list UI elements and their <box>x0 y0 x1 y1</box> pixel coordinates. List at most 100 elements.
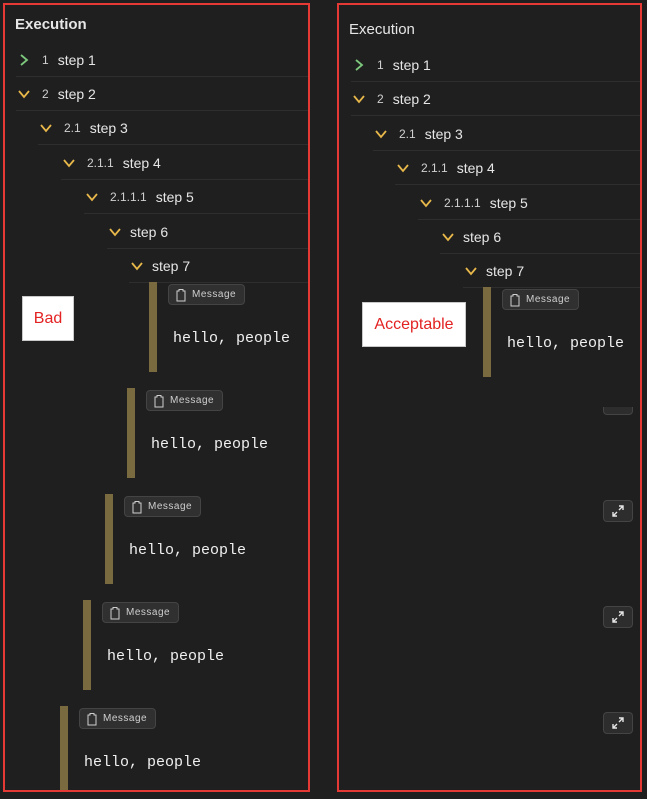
annotation-label-bad: Bad <box>22 296 74 341</box>
clipboard-icon <box>87 712 97 725</box>
step-number: 2.1.1.1 <box>110 189 147 204</box>
message-block: Message hello, people <box>105 494 308 584</box>
message-badge-label: Message <box>126 607 171 618</box>
message-text: hello, people <box>507 335 625 352</box>
tree-item-step-5[interactable]: 2.1.1.1 step 5 <box>84 180 308 214</box>
chevron-down-icon[interactable] <box>440 229 456 245</box>
chevron-down-icon[interactable] <box>129 258 145 274</box>
message-badge: Message <box>79 708 157 729</box>
expand-icon <box>612 505 624 517</box>
step-name: step 7 <box>486 262 525 279</box>
message-text: hello, people <box>129 542 247 559</box>
message-badge-label: Message <box>148 501 193 512</box>
message-bar <box>60 706 68 790</box>
tree-item-step-6[interactable]: step 6 <box>107 215 308 249</box>
left-panel-bad: Execution 1 step 1 2 step 2 2.1 step 3 2… <box>3 3 310 792</box>
clipboard-icon <box>132 500 142 513</box>
chevron-down-icon[interactable] <box>16 86 32 102</box>
chevron-down-icon[interactable] <box>38 120 54 136</box>
step-number: 2.1 <box>399 126 416 141</box>
step-name: step 5 <box>155 188 194 205</box>
clipboard-icon <box>110 606 120 619</box>
step-name: step 6 <box>463 228 502 245</box>
step-number: 2.1.1.1 <box>444 195 481 210</box>
chevron-down-icon[interactable] <box>351 91 367 107</box>
message-text: hello, people <box>107 648 225 665</box>
expand-icon <box>612 717 624 729</box>
message-block: Message hello, people <box>83 600 308 690</box>
step-name: step 1 <box>57 51 96 68</box>
message-badge-label: Message <box>192 289 237 300</box>
step-number: 2 <box>377 91 384 106</box>
message-bar <box>127 388 135 478</box>
message-text: hello, people <box>173 330 291 347</box>
step-number: 2.1.1 <box>87 155 114 170</box>
step-name: step 5 <box>489 194 528 211</box>
step-name: step 4 <box>456 159 495 176</box>
tree-item-step-3[interactable]: 2.1 step 3 <box>373 117 640 151</box>
tree-item-step-5[interactable]: 2.1.1.1 step 5 <box>418 186 640 220</box>
tree-item-step-1[interactable]: 1 step 1 <box>16 43 308 77</box>
expand-icon <box>612 611 624 623</box>
panel-title: Execution <box>349 21 415 38</box>
annotation-label-acceptable: Acceptable <box>362 302 466 347</box>
tree-item-step-7[interactable]: step 7 <box>463 254 640 288</box>
step-number: 2.1 <box>64 120 81 135</box>
step-name: step 2 <box>392 90 431 107</box>
step-number: 1 <box>42 52 49 67</box>
chevron-right-icon[interactable] <box>351 57 367 73</box>
step-name: step 3 <box>89 119 128 136</box>
step-name: step 6 <box>130 223 169 240</box>
expand-button-partial[interactable] <box>603 407 633 415</box>
tree-item-step-6[interactable]: step 6 <box>440 220 640 254</box>
message-bar <box>83 600 91 690</box>
expand-button[interactable] <box>603 712 633 734</box>
step-number: 2 <box>42 86 49 101</box>
message-text: hello, people <box>151 436 269 453</box>
message-block: Message hello, people <box>149 282 308 372</box>
expand-button[interactable] <box>603 606 633 628</box>
tree-item-step-1[interactable]: 1 step 1 <box>351 48 640 82</box>
tree-item-step-7[interactable]: step 7 <box>129 249 308 283</box>
step-name: step 1 <box>392 56 431 73</box>
chevron-down-icon[interactable] <box>418 195 434 211</box>
message-bar <box>105 494 113 584</box>
step-number: 2.1.1 <box>421 160 448 175</box>
message-badge-label: Message <box>170 395 215 406</box>
message-block: Message hello, people <box>60 706 308 790</box>
message-bar <box>149 282 157 372</box>
message-badge: Message <box>146 390 224 411</box>
chevron-down-icon[interactable] <box>107 224 123 240</box>
chevron-down-icon[interactable] <box>395 160 411 176</box>
clipboard-icon <box>176 288 186 301</box>
clipboard-icon <box>154 394 164 407</box>
tree-item-step-4[interactable]: 2.1.1 step 4 <box>61 146 308 180</box>
chevron-down-icon[interactable] <box>84 189 100 205</box>
panel-title: Execution <box>15 16 87 33</box>
clipboard-icon <box>510 293 520 306</box>
message-badge: Message <box>124 496 202 517</box>
right-panel-acceptable: Execution 1 step 1 2 step 2 2.1 step 3 2… <box>337 3 642 792</box>
tree-item-step-2[interactable]: 2 step 2 <box>16 77 308 111</box>
step-name: step 4 <box>122 154 161 171</box>
tree-item-step-2[interactable]: 2 step 2 <box>351 82 640 116</box>
chevron-down-icon[interactable] <box>61 155 77 171</box>
message-block: Message hello, people <box>127 388 308 478</box>
step-name: step 2 <box>57 85 96 102</box>
message-badge: Message <box>102 602 180 623</box>
step-name: step 3 <box>424 125 463 142</box>
chevron-right-icon[interactable] <box>16 52 32 68</box>
message-badge-label: Message <box>103 713 148 724</box>
message-bar <box>483 287 491 377</box>
chevron-down-icon[interactable] <box>373 126 389 142</box>
expand-button[interactable] <box>603 500 633 522</box>
message-badge-label: Message <box>526 294 571 305</box>
step-number: 1 <box>377 57 384 72</box>
step-name: step 7 <box>152 257 191 274</box>
message-badge: Message <box>502 289 580 310</box>
message-badge: Message <box>168 284 246 305</box>
message-text: hello, people <box>84 754 202 771</box>
tree-item-step-3[interactable]: 2.1 step 3 <box>38 111 308 145</box>
tree-item-step-4[interactable]: 2.1.1 step 4 <box>395 151 640 185</box>
chevron-down-icon[interactable] <box>463 263 479 279</box>
